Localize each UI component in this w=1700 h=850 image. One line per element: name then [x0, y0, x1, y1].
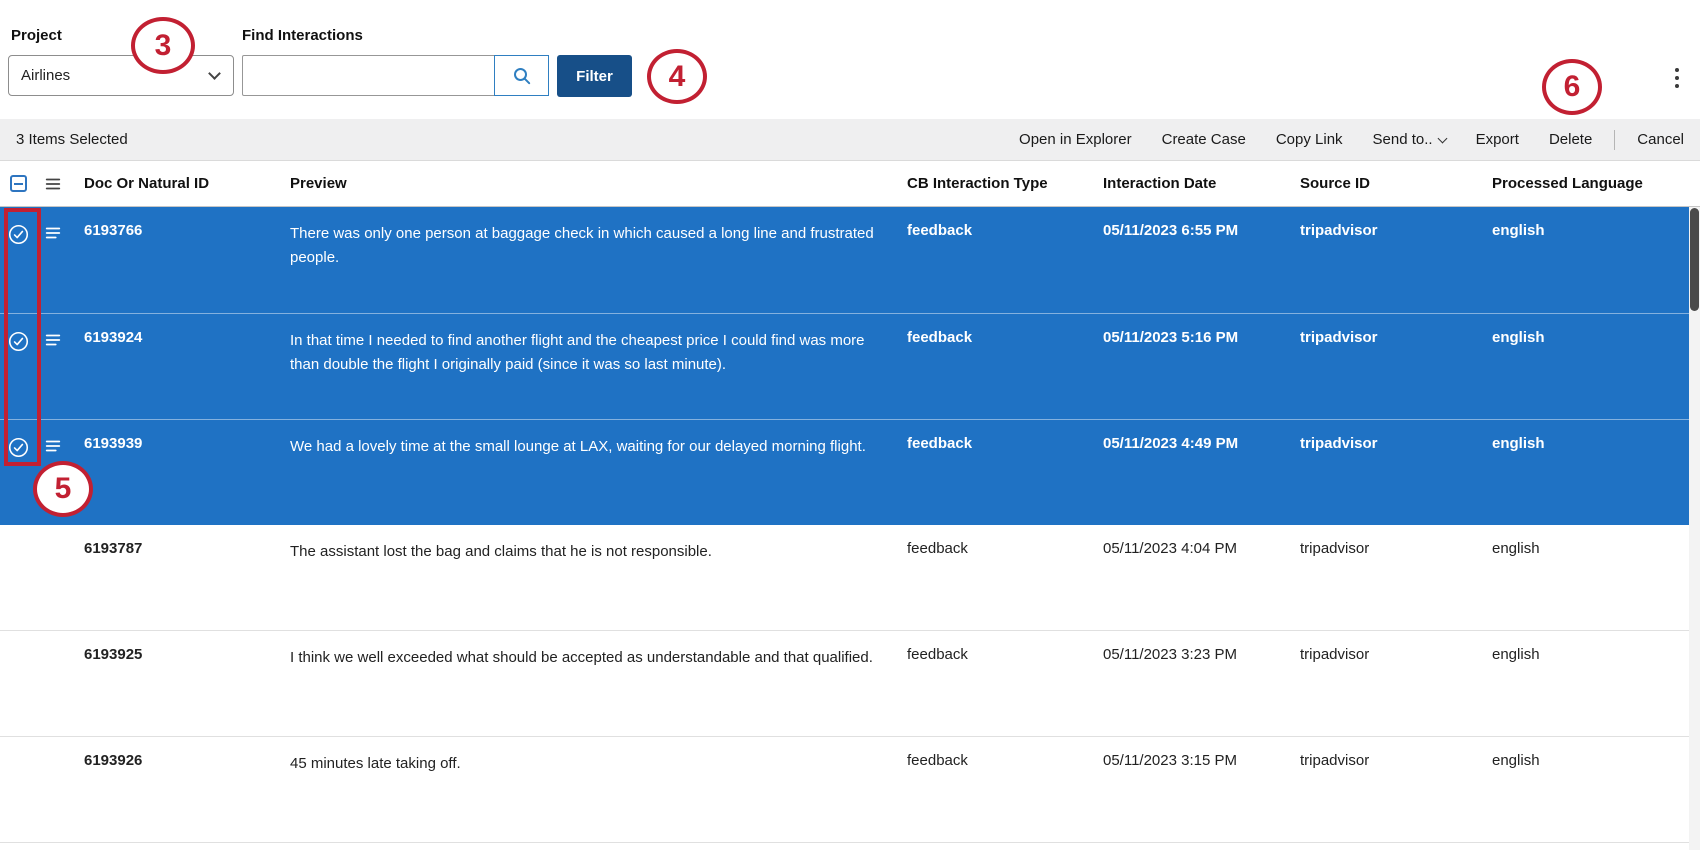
- row-doc-id: 6193926: [70, 752, 290, 769]
- chevron-down-icon: [1437, 133, 1447, 143]
- row-processed-language: english: [1492, 646, 1700, 663]
- row-doc-id: 6193924: [70, 329, 290, 346]
- annotation-callout-3: 3: [131, 17, 195, 74]
- toolbar: Project Airlines Find Interactions Filte…: [0, 0, 1700, 119]
- export-button[interactable]: Export: [1476, 131, 1519, 148]
- row-source-id: tripadvisor: [1300, 752, 1492, 769]
- header-interaction-type[interactable]: CB Interaction Type: [907, 175, 1103, 192]
- annotation-callout-6: 6: [1542, 59, 1602, 115]
- annotation-callout-4: 4: [647, 49, 707, 104]
- table-header: Doc Or Natural ID Preview CB Interaction…: [0, 161, 1700, 207]
- column-menu-icon[interactable]: [44, 175, 62, 193]
- table-row[interactable]: 6193939 We had a lovely time at the smal…: [0, 419, 1700, 525]
- row-interaction-type: feedback: [907, 435, 1103, 452]
- row-processed-language: english: [1492, 222, 1700, 239]
- project-select-value: Airlines: [21, 67, 70, 84]
- copy-link-button[interactable]: Copy Link: [1276, 131, 1343, 148]
- vertical-scrollbar-thumb[interactable]: [1690, 208, 1699, 311]
- project-label: Project: [11, 27, 62, 44]
- row-processed-language: english: [1492, 435, 1700, 452]
- send-to-button[interactable]: Send to..: [1373, 131, 1446, 148]
- action-links: Open in Explorer Create Case Copy Link S…: [1019, 130, 1684, 150]
- vertical-scrollbar-track[interactable]: [1689, 207, 1700, 850]
- row-interaction-date: 05/11/2023 4:04 PM: [1103, 540, 1300, 557]
- header-processed-language[interactable]: Processed Language: [1492, 175, 1700, 192]
- kebab-menu-icon[interactable]: [1666, 62, 1688, 94]
- table-row[interactable]: 6193924 In that time I needed to find an…: [0, 313, 1700, 419]
- row-doc-id: 6193925: [70, 646, 290, 663]
- row-interaction-date: 05/11/2023 3:15 PM: [1103, 752, 1300, 769]
- project-select[interactable]: Airlines: [8, 55, 234, 96]
- row-preview: I think we well exceeded what should be …: [290, 646, 907, 670]
- search-button[interactable]: [494, 55, 549, 96]
- header-interaction-date[interactable]: Interaction Date: [1103, 175, 1300, 192]
- find-interactions-label: Find Interactions: [242, 27, 363, 44]
- row-interaction-date: 05/11/2023 3:23 PM: [1103, 646, 1300, 663]
- select-all-checkbox[interactable]: [10, 175, 27, 192]
- row-interaction-type: feedback: [907, 752, 1103, 769]
- row-source-id: tripadvisor: [1300, 329, 1492, 346]
- create-case-button[interactable]: Create Case: [1162, 131, 1246, 148]
- table-row[interactable]: 6193925 I think we well exceeded what sh…: [0, 631, 1700, 737]
- header-preview[interactable]: Preview: [290, 175, 907, 192]
- row-preview: In that time I needed to find another fl…: [290, 329, 907, 377]
- row-preview: We had a lovely time at the small lounge…: [290, 435, 907, 459]
- row-interaction-type: feedback: [907, 646, 1103, 663]
- items-selected-count: 3 Items Selected: [16, 131, 128, 148]
- row-processed-language: english: [1492, 540, 1700, 557]
- row-processed-language: english: [1492, 752, 1700, 769]
- search-icon: [512, 66, 532, 86]
- row-notes-icon[interactable]: [44, 437, 62, 455]
- selection-action-bar: 3 Items Selected Open in Explorer Create…: [0, 119, 1700, 161]
- send-to-label: Send to..: [1373, 131, 1433, 148]
- row-interaction-date: 05/11/2023 4:49 PM: [1103, 435, 1300, 452]
- row-processed-language: english: [1492, 329, 1700, 346]
- row-interaction-type: feedback: [907, 540, 1103, 557]
- row-source-id: tripadvisor: [1300, 540, 1492, 557]
- row-interaction-date: 05/11/2023 5:16 PM: [1103, 329, 1300, 346]
- cancel-button[interactable]: Cancel: [1637, 131, 1684, 148]
- row-source-id: tripadvisor: [1300, 222, 1492, 239]
- delete-button[interactable]: Delete: [1549, 131, 1592, 148]
- row-notes-icon[interactable]: [44, 331, 62, 349]
- filter-button[interactable]: Filter: [557, 55, 632, 97]
- header-doc-id[interactable]: Doc Or Natural ID: [70, 175, 290, 192]
- table-row[interactable]: 6193766 There was only one person at bag…: [0, 207, 1700, 313]
- annotation-rectangle: [4, 208, 41, 466]
- annotation-callout-5: 5: [33, 461, 93, 517]
- row-interaction-type: feedback: [907, 329, 1103, 346]
- row-source-id: tripadvisor: [1300, 435, 1492, 452]
- row-interaction-type: feedback: [907, 222, 1103, 239]
- find-interactions-input[interactable]: [242, 55, 495, 96]
- row-notes-icon[interactable]: [44, 224, 62, 242]
- row-source-id: tripadvisor: [1300, 646, 1492, 663]
- row-preview: 45 minutes late taking off.: [290, 752, 907, 776]
- chevron-down-icon: [208, 67, 221, 80]
- row-doc-id: 6193939: [70, 435, 290, 452]
- find-interactions-group: [242, 55, 549, 96]
- table-row[interactable]: 6193926 45 minutes late taking off. feed…: [0, 737, 1700, 843]
- row-preview: The assistant lost the bag and claims th…: [290, 540, 907, 564]
- action-divider: [1614, 130, 1615, 150]
- row-interaction-date: 05/11/2023 6:55 PM: [1103, 222, 1300, 239]
- open-in-explorer-button[interactable]: Open in Explorer: [1019, 131, 1132, 148]
- row-preview: There was only one person at baggage che…: [290, 222, 907, 270]
- row-doc-id: 6193766: [70, 222, 290, 239]
- row-doc-id: 6193787: [70, 540, 290, 557]
- header-source-id[interactable]: Source ID: [1300, 175, 1492, 192]
- table-row[interactable]: 6193787 The assistant lost the bag and c…: [0, 525, 1700, 631]
